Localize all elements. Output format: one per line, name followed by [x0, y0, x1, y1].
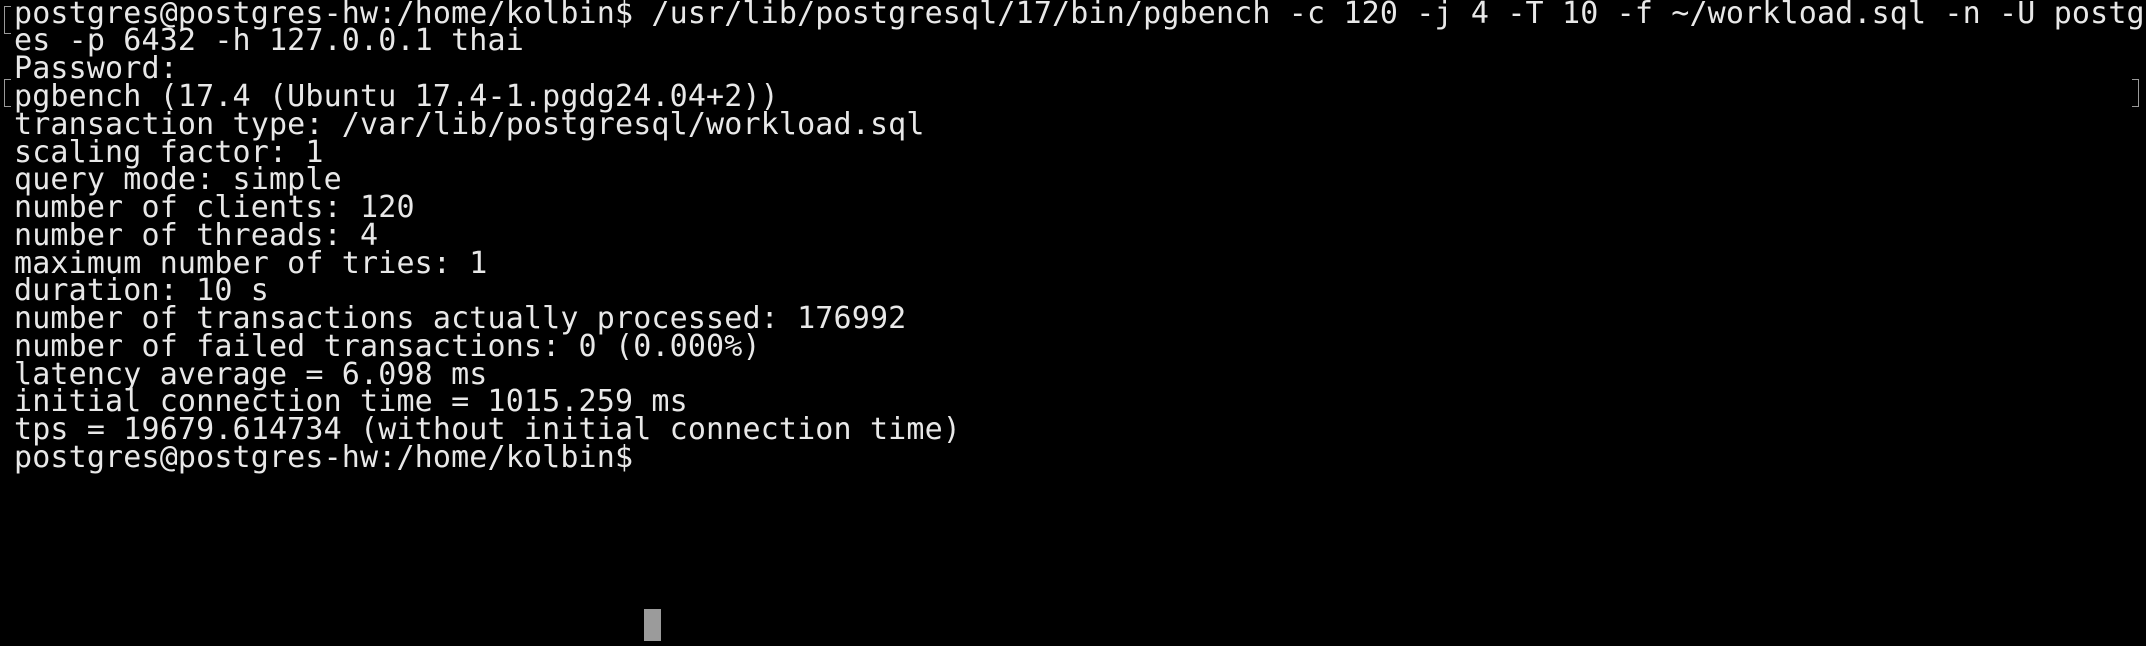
prompt-mark-right	[2132, 79, 2139, 107]
terminal-window[interactable]: postgres@postgres-hw:/home/kolbin$ /usr/…	[0, 0, 2146, 646]
command-mark-left	[4, 6, 11, 34]
text-cursor	[644, 609, 661, 641]
shell-prompt[interactable]: postgres@postgres-hw:/home/kolbin$	[14, 439, 651, 477]
prompt-mark-left	[4, 79, 11, 107]
